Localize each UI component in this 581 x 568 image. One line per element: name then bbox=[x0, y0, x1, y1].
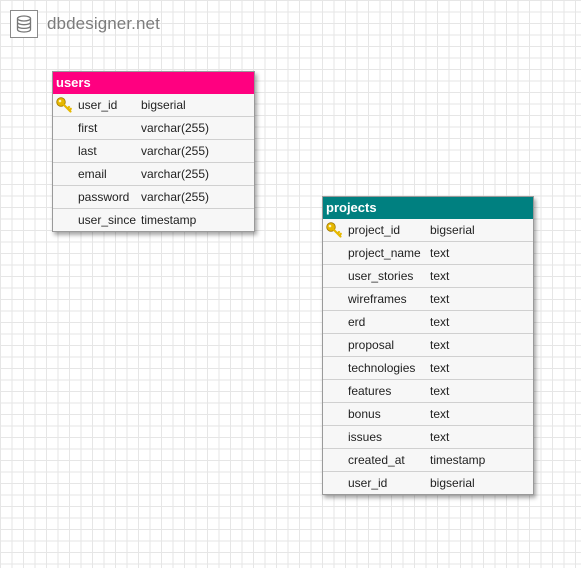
column-type: text bbox=[430, 246, 450, 260]
table-row[interactable]: technologies text bbox=[323, 356, 533, 379]
table-row[interactable]: first varchar(255) bbox=[53, 116, 254, 139]
column-type: text bbox=[430, 430, 450, 444]
brand-name: dbdesigner.net bbox=[47, 14, 160, 33]
table-row[interactable]: wireframes text bbox=[323, 287, 533, 310]
column-name: erd bbox=[348, 315, 366, 329]
database-icon bbox=[10, 10, 38, 38]
table-row[interactable]: proposal text bbox=[323, 333, 533, 356]
table-row[interactable]: issues text bbox=[323, 425, 533, 448]
column-type: text bbox=[430, 407, 450, 421]
column-name: user_since bbox=[78, 213, 137, 227]
column-name: project_id bbox=[348, 223, 401, 237]
table-projects-columns: project_id bigserial project_name text user_… bbox=[323, 219, 533, 494]
brand[interactable]: dbdesigner.net bbox=[10, 10, 160, 38]
table-users[interactable]: users user_id bigserial first varchar(255) l… bbox=[52, 71, 255, 232]
column-name: bonus bbox=[348, 407, 381, 421]
table-row[interactable]: features text bbox=[323, 379, 533, 402]
column-type: text bbox=[430, 361, 450, 375]
column-name: last bbox=[78, 144, 97, 158]
table-projects[interactable]: projects project_id bigserial project_name… bbox=[322, 196, 534, 495]
table-row[interactable]: project_name text bbox=[323, 241, 533, 264]
column-type: varchar(255) bbox=[141, 121, 210, 135]
column-type: text bbox=[430, 292, 450, 306]
column-type: timestamp bbox=[141, 213, 197, 227]
table-row[interactable]: last varchar(255) bbox=[53, 139, 254, 162]
column-name: user_id bbox=[348, 476, 388, 490]
table-row[interactable]: email varchar(255) bbox=[53, 162, 254, 185]
column-name: user_stories bbox=[348, 269, 414, 283]
table-users-columns: user_id bigserial first varchar(255) last var… bbox=[53, 94, 254, 231]
key-icon bbox=[55, 96, 73, 114]
table-row[interactable]: bonus text bbox=[323, 402, 533, 425]
column-name: user_id bbox=[78, 98, 118, 112]
column-name: first bbox=[78, 121, 98, 135]
column-type: text bbox=[430, 269, 450, 283]
column-name: created_at bbox=[348, 453, 405, 467]
column-name: email bbox=[78, 167, 107, 181]
column-type: text bbox=[430, 338, 450, 352]
table-row[interactable]: password varchar(255) bbox=[53, 185, 254, 208]
column-name: project_name bbox=[348, 246, 421, 260]
table-row[interactable]: project_id bigserial bbox=[323, 219, 533, 241]
column-type: bigserial bbox=[430, 223, 475, 237]
table-row[interactable]: created_at timestamp bbox=[323, 448, 533, 471]
column-type: bigserial bbox=[430, 476, 475, 490]
table-projects-title[interactable]: projects bbox=[323, 197, 533, 219]
column-type: timestamp bbox=[430, 453, 486, 467]
table-users-title[interactable]: users bbox=[53, 72, 254, 94]
column-type: varchar(255) bbox=[141, 167, 210, 181]
column-name: wireframes bbox=[348, 292, 407, 306]
table-row[interactable]: user_since timestamp bbox=[53, 208, 254, 231]
column-type: varchar(255) bbox=[141, 144, 210, 158]
column-name: password bbox=[78, 190, 130, 204]
column-name: features bbox=[348, 384, 392, 398]
column-type: text bbox=[430, 315, 450, 329]
table-row[interactable]: user_id bigserial bbox=[323, 471, 533, 494]
column-name: proposal bbox=[348, 338, 395, 352]
column-name: technologies bbox=[348, 361, 416, 375]
column-name: issues bbox=[348, 430, 383, 444]
column-type: varchar(255) bbox=[141, 190, 210, 204]
table-row[interactable]: user_stories text bbox=[323, 264, 533, 287]
column-type: bigserial bbox=[141, 98, 186, 112]
table-row[interactable]: erd text bbox=[323, 310, 533, 333]
key-icon bbox=[325, 221, 343, 239]
column-type: text bbox=[430, 384, 450, 398]
table-row[interactable]: user_id bigserial bbox=[53, 94, 254, 116]
